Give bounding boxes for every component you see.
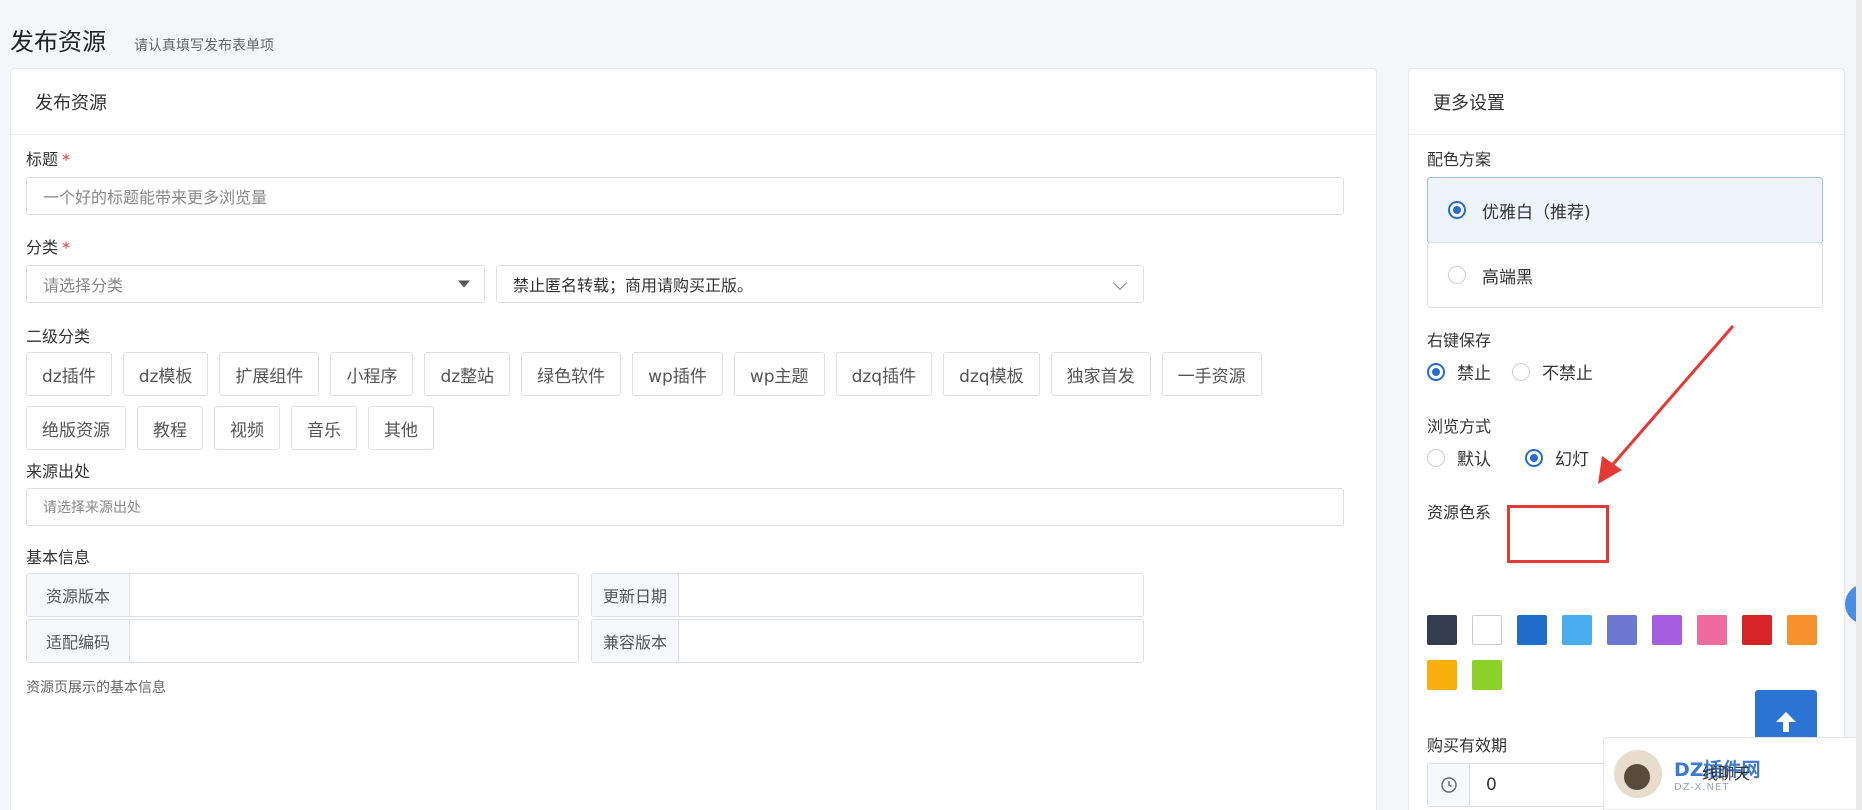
scheme-option-white-label: 优雅白（推荐) xyxy=(1482,202,1591,223)
subcategory-tag[interactable]: 扩展组件 xyxy=(219,352,320,396)
subcategory-tag[interactable]: 绝版资源 xyxy=(26,406,126,450)
source-label: 来源出处 xyxy=(26,462,91,481)
subcategory-tag[interactable]: 视频 xyxy=(214,406,280,450)
color-swatch[interactable] xyxy=(1472,660,1502,690)
radio-checked-icon xyxy=(1427,362,1445,381)
clock-icon xyxy=(1428,764,1470,806)
chat-label: 线聊天 xyxy=(1702,764,1751,783)
right-click-forbid[interactable]: 禁止 xyxy=(1427,359,1491,384)
scheme-option-black-label: 高端黑 xyxy=(1482,267,1533,288)
compat-input-group: 兼容版本 xyxy=(591,619,1144,663)
source-input[interactable]: 请选择来源出处 xyxy=(26,488,1344,526)
avatar xyxy=(1614,749,1662,798)
category-label: 分类 * xyxy=(26,238,71,257)
compat-input[interactable] xyxy=(679,620,1143,662)
right-click-label: 右键保存 xyxy=(1427,331,1492,350)
update-date-input-group: 更新日期 xyxy=(591,573,1144,617)
scrollbar[interactable] xyxy=(1856,0,1862,810)
publish-card: 发布资源 标题 * 一个好的标题能带来更多浏览量 分类 * 请选择分类 禁止匿名转载… xyxy=(10,68,1377,810)
color-swatch[interactable] xyxy=(1472,615,1502,645)
resource-colors-label: 资源色系 xyxy=(1427,503,1492,522)
subcategory-tag[interactable]: 一手资源 xyxy=(1161,352,1262,396)
category-select[interactable]: 请选择分类 xyxy=(26,265,485,303)
subcategory-tag[interactable]: 其他 xyxy=(368,406,434,450)
browse-mode-default[interactable]: 默认 xyxy=(1427,445,1491,470)
more-settings-title: 更多设置 xyxy=(1409,69,1844,135)
title-input[interactable]: 一个好的标题能带来更多浏览量 xyxy=(26,177,1344,215)
encoding-addon: 适配编码 xyxy=(27,620,130,662)
page-subtitle: 请认真填写发布表单项 xyxy=(134,38,274,54)
subcategory-tag[interactable]: wp主题 xyxy=(733,352,825,396)
source-input-placeholder: 请选择来源出处 xyxy=(43,500,141,516)
subcategory-tag[interactable]: 绿色软件 xyxy=(521,352,622,396)
browse-mode-label: 浏览方式 xyxy=(1427,417,1492,436)
right-click-forbid-label: 禁止 xyxy=(1457,364,1491,384)
update-date-addon: 更新日期 xyxy=(592,574,679,616)
caret-down-icon xyxy=(458,280,470,288)
license-notice-value: 禁止匿名转载；商用请购买正版。 xyxy=(513,276,754,295)
page-header: 发布资源 请认真填写发布表单项 xyxy=(10,22,274,57)
browse-mode-default-label: 默认 xyxy=(1457,450,1491,470)
category-select-value: 请选择分类 xyxy=(43,276,124,295)
radio-unchecked-icon xyxy=(1448,266,1466,284)
title-input-placeholder: 一个好的标题能带来更多浏览量 xyxy=(43,188,268,207)
color-swatch[interactable] xyxy=(1742,615,1772,645)
compat-addon: 兼容版本 xyxy=(592,620,679,662)
subcategory-tag[interactable]: dzq插件 xyxy=(835,352,933,396)
radio-checked-icon xyxy=(1448,201,1466,219)
validity-label: 购买有效期 xyxy=(1427,736,1508,755)
chat-watermark[interactable]: DZ插件网 DZ-X.NET 线聊天 xyxy=(1603,737,1862,810)
basic-info-hint: 资源页展示的基本信息 xyxy=(26,680,166,696)
color-swatch[interactable] xyxy=(1697,615,1727,645)
radio-checked-icon xyxy=(1525,448,1543,467)
arrow-up-icon xyxy=(1776,712,1796,732)
color-swatches xyxy=(1427,615,1827,690)
browse-mode-options: 默认 幻灯 xyxy=(1427,445,1589,470)
scheme-option-white[interactable]: 优雅白（推荐) xyxy=(1427,177,1823,243)
chevron-down-icon xyxy=(1112,275,1128,291)
color-swatch[interactable] xyxy=(1652,615,1682,645)
radio-unchecked-icon xyxy=(1427,448,1445,467)
right-click-options: 禁止 不禁止 xyxy=(1427,359,1593,384)
subcategory-tag[interactable]: 小程序 xyxy=(330,352,414,396)
subcategory-tag[interactable]: dz插件 xyxy=(26,352,112,396)
subcategory-tag[interactable]: 教程 xyxy=(137,406,203,450)
color-swatch[interactable] xyxy=(1517,615,1547,645)
color-swatch[interactable] xyxy=(1427,615,1457,645)
page-title: 发布资源 xyxy=(10,28,106,56)
version-input-group: 资源版本 xyxy=(26,573,579,617)
subcategory-label: 二级分类 xyxy=(26,327,91,346)
subcategory-tag[interactable]: 音乐 xyxy=(291,406,357,450)
color-swatch[interactable] xyxy=(1427,660,1457,690)
subcategory-tag[interactable]: dzq模板 xyxy=(943,352,1040,396)
color-swatch[interactable] xyxy=(1787,615,1817,645)
encoding-input[interactable] xyxy=(130,620,578,662)
scheme-option-black[interactable]: 高端黑 xyxy=(1427,242,1823,308)
subcategory-tag[interactable]: wp插件 xyxy=(632,352,723,396)
version-addon: 资源版本 xyxy=(27,574,130,616)
annotation-highlight-box xyxy=(1507,505,1609,563)
radio-unchecked-icon xyxy=(1512,362,1530,381)
subcategory-tags: dz插件 dz模板 扩展组件 小程序 dz整站 绿色软件 wp插件 wp主题 dzq插件 dzq模… xyxy=(26,352,1346,450)
subcategory-tag[interactable]: dz模板 xyxy=(122,352,209,396)
color-swatch[interactable] xyxy=(1607,615,1637,645)
publish-card-title: 发布资源 xyxy=(11,69,1376,135)
color-swatch[interactable] xyxy=(1562,615,1592,645)
validity-input[interactable]: 0 xyxy=(1470,764,1497,806)
update-date-input[interactable] xyxy=(679,574,1143,616)
subcategory-tag[interactable]: 独家首发 xyxy=(1050,352,1151,396)
encoding-input-group: 适配编码 xyxy=(26,619,579,663)
license-notice-select[interactable]: 禁止匿名转载；商用请购买正版。 xyxy=(496,265,1144,303)
version-input[interactable] xyxy=(130,574,578,616)
annotation-arrow xyxy=(1598,325,1735,484)
title-label: 标题 * xyxy=(26,150,71,169)
subcategory-tag[interactable]: dz整站 xyxy=(424,352,511,396)
color-scheme-label: 配色方案 xyxy=(1427,150,1492,169)
basic-info-label: 基本信息 xyxy=(26,548,91,567)
